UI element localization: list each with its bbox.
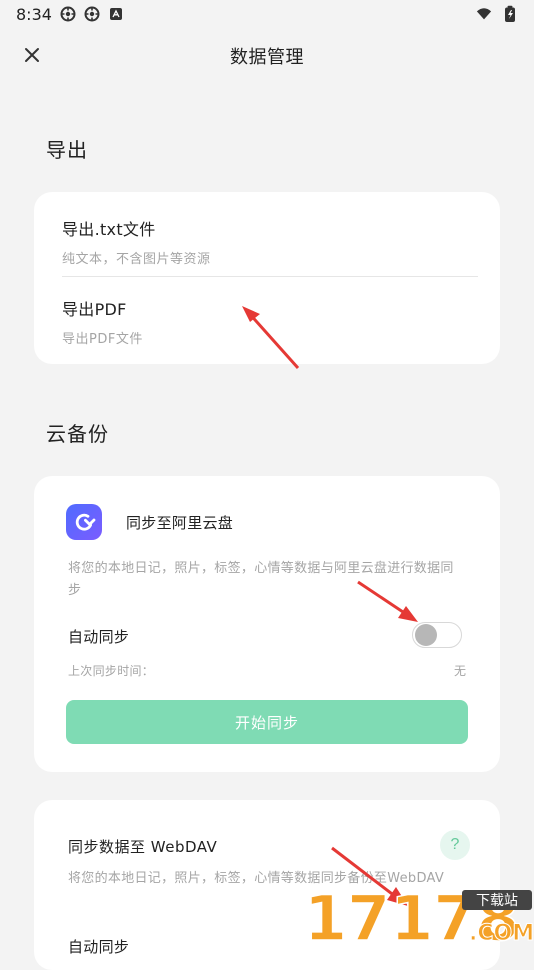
sync-icon <box>60 6 76 22</box>
watermark-top-label: 下载站 <box>476 893 518 909</box>
export-card: 导出.txt文件 纯文本，不含图片等资源 导出PDF 导出PDF文件 <box>34 192 500 364</box>
watermark-logo: 17178 下载站 .COM <box>303 882 534 950</box>
help-icon: ? <box>450 836 460 853</box>
export-divider <box>62 276 478 277</box>
last-sync-label: 上次同步时间： <box>68 664 155 678</box>
webdav-help-button[interactable]: ? <box>440 830 470 860</box>
webdav-title: 同步数据至 WebDAV <box>68 838 218 856</box>
wifi-icon <box>476 6 492 22</box>
export-txt-item[interactable]: 导出.txt文件 纯文本，不含图片等资源 <box>62 216 478 267</box>
aliyun-title: 同步至阿里云盘 <box>126 514 234 532</box>
aliyun-auto-sync-label: 自动同步 <box>68 628 130 646</box>
export-section-title: 导出 <box>46 138 88 162</box>
aliyun-drive-icon <box>66 504 102 540</box>
export-txt-subtitle: 纯文本，不含图片等资源 <box>62 252 211 267</box>
aliyun-sync-card: 同步至阿里云盘 将您的本地日记，照片，标签，心情等数据与阿里云盘进行数据同步 自… <box>34 476 500 772</box>
webdav-auto-sync-label: 自动同步 <box>68 938 130 956</box>
status-time: 8:34 <box>16 4 52 24</box>
export-pdf-subtitle: 导出PDF文件 <box>62 332 143 347</box>
export-pdf-title: 导出PDF <box>62 300 127 319</box>
cloud-backup-section-title: 云备份 <box>46 422 109 446</box>
text-icon <box>108 6 124 22</box>
close-button[interactable] <box>16 40 48 72</box>
toggle-thumb <box>415 624 437 646</box>
battery-icon <box>502 5 518 22</box>
watermark-bottom-label: .COM <box>469 921 534 946</box>
status-bar: 8:34 <box>0 0 534 28</box>
status-right <box>476 5 518 22</box>
last-sync-value: 无 <box>453 664 466 678</box>
export-txt-title: 导出.txt文件 <box>62 220 156 239</box>
aliyun-auto-sync-toggle[interactable] <box>412 622 462 648</box>
status-left: 8:34 <box>16 5 124 24</box>
start-sync-button[interactable]: 开始同步 <box>66 700 468 744</box>
page-title: 数据管理 <box>230 47 304 68</box>
sync-icon <box>84 6 100 22</box>
export-pdf-item[interactable]: 导出PDF 导出PDF文件 <box>62 296 478 347</box>
top-bar: 数据管理 <box>0 28 534 84</box>
close-icon <box>23 46 41 67</box>
aliyun-description: 将您的本地日记，照片，标签，心情等数据与阿里云盘进行数据同步 <box>68 561 454 598</box>
